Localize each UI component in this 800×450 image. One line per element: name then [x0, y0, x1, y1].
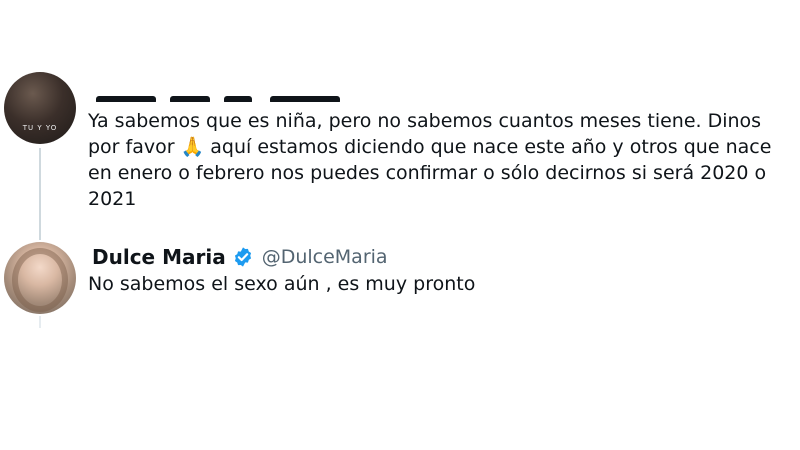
cutoff-author-name [92, 90, 352, 102]
avatar-caption: TU Y YO [22, 124, 58, 132]
thread-connector-tail [39, 316, 41, 328]
tweet-text: No sabemos el sexo aún , es muy pronto [88, 273, 476, 295]
avatar[interactable]: TU Y YO [4, 72, 76, 144]
verified-check-icon [234, 247, 251, 267]
avatar-image [12, 248, 68, 312]
avatar[interactable] [4, 242, 76, 314]
tweet-header: Dulce Maria @DulceMaria [92, 244, 388, 270]
author-handle[interactable]: @DulceMaria [262, 246, 388, 268]
tweet-text: Ya sabemos que es niña, pero no sabemos … [88, 110, 772, 210]
thread-connector-line [39, 148, 41, 240]
author-name[interactable]: Dulce Maria [92, 245, 226, 269]
